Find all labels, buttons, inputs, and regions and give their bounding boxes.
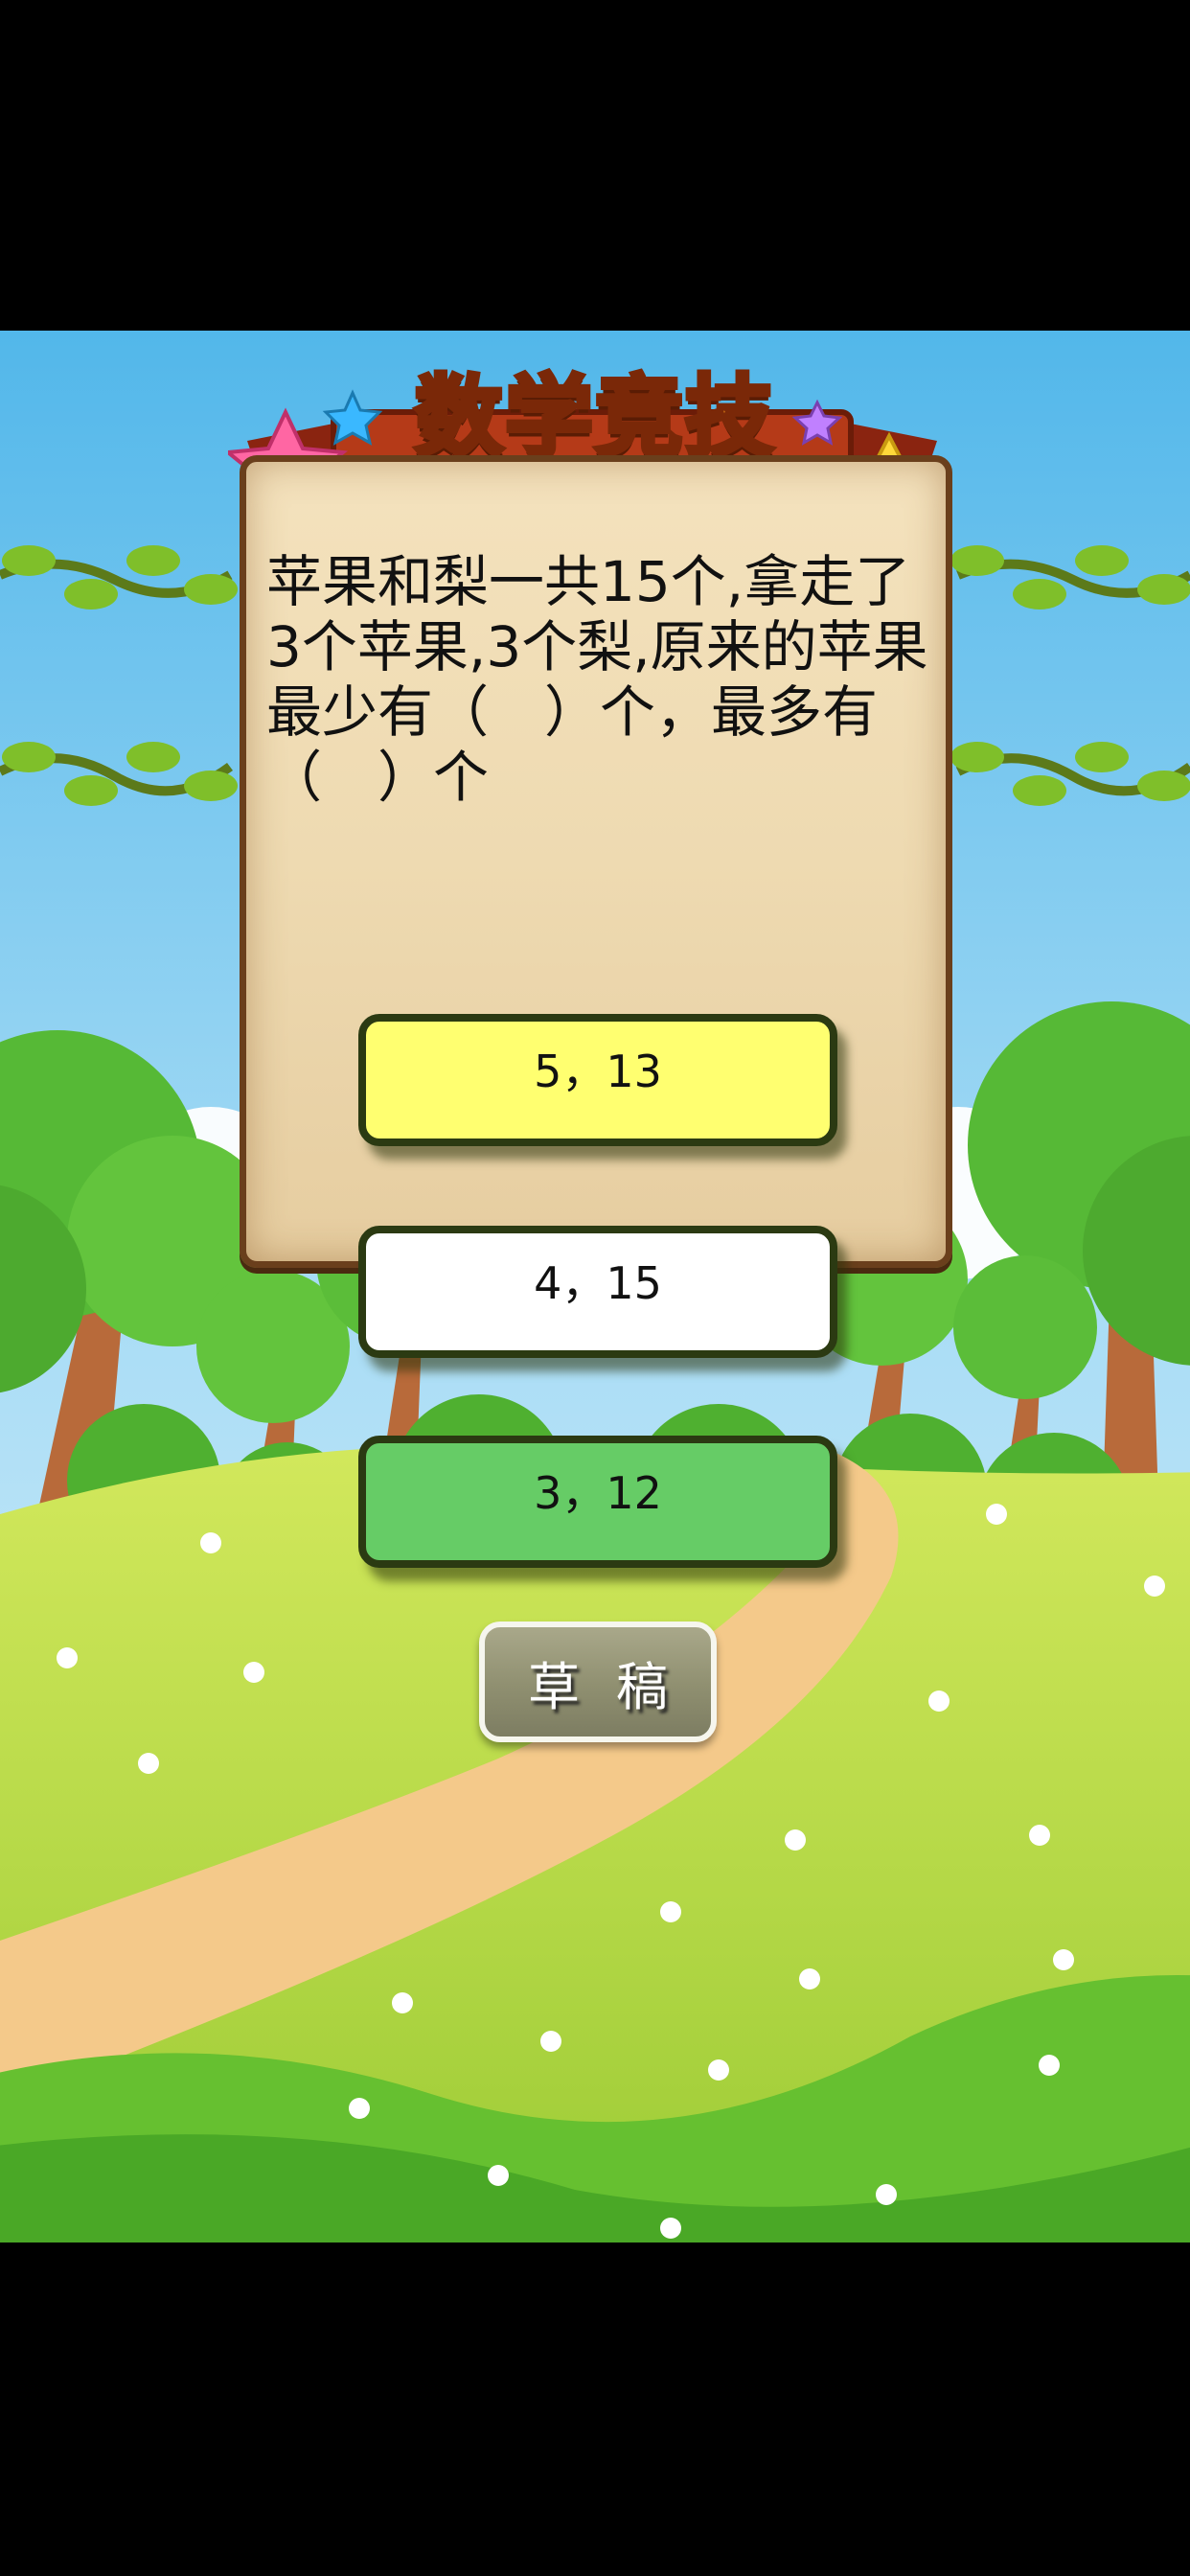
answer-option-2[interactable]: 4，15 xyxy=(358,1226,837,1358)
draft-button[interactable]: 草稿 xyxy=(479,1622,717,1742)
game-screen: 数学竞技 苹果和梨一共15个,拿走了3个苹果,3个梨,原来的苹果最少有（ ）个，… xyxy=(0,331,1190,2242)
answer-option-3[interactable]: 3，12 xyxy=(358,1436,837,1568)
answer-option-1[interactable]: 5，13 xyxy=(358,1014,837,1146)
question-text: 苹果和梨一共15个,拿走了3个苹果,3个梨,原来的苹果最少有（ ）个，最多有（ … xyxy=(266,549,928,810)
